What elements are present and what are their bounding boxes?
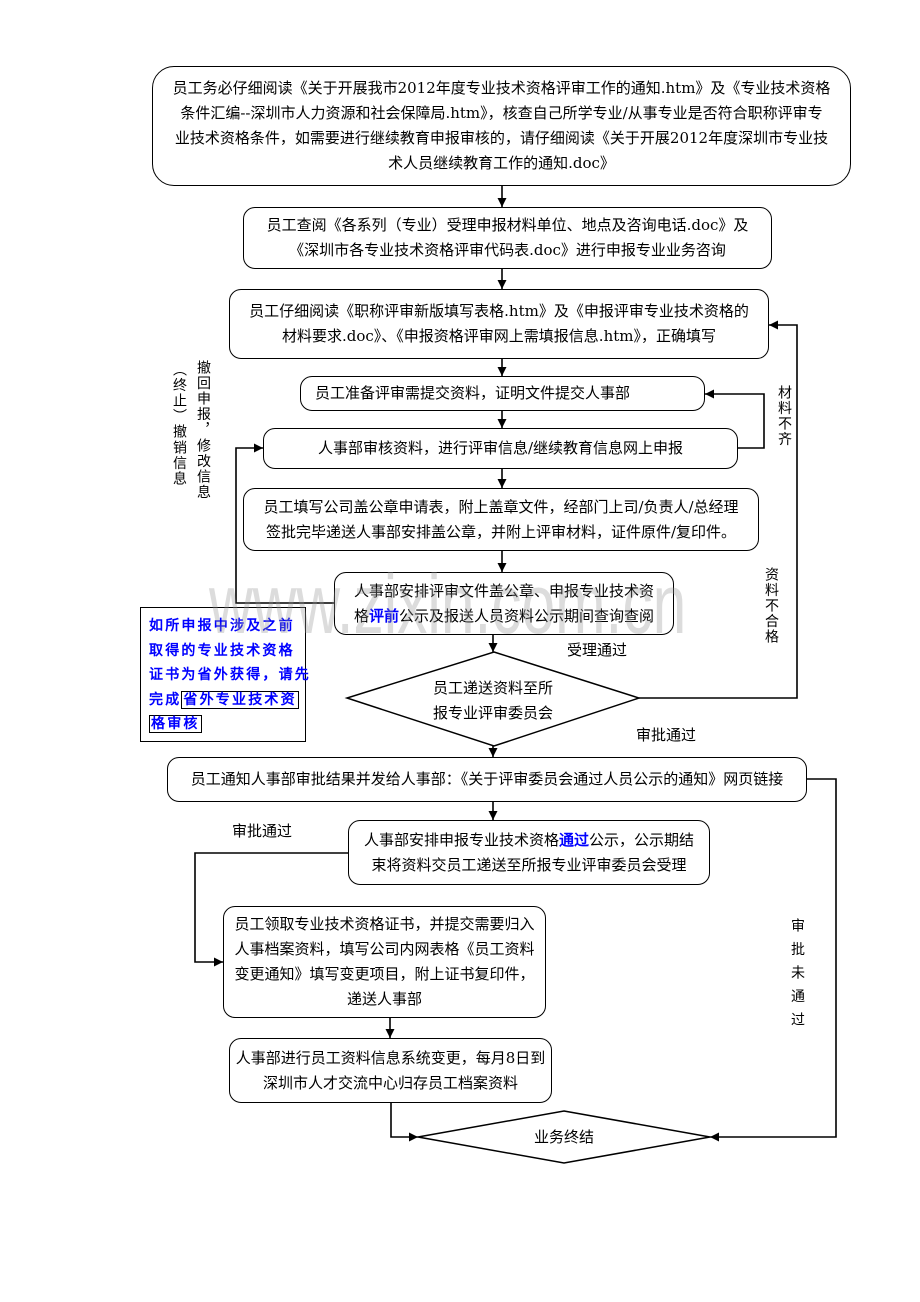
step7-line: 人事部安排评审文件盖公章、申报专业技术资 — [353, 581, 654, 600]
label-unqualified: 资料不合格 — [763, 567, 779, 645]
step10-collect-certificate: 员工领取专业技术资格证书，并提交需要归入 人事档案资料，填写公司内网表格《员工资… — [223, 906, 546, 1018]
step6-seal-application: 员工填写公司盖公章申请表，附上盖章文件，经部门上司/负责人/总经理 签批完毕递送… — [243, 488, 759, 551]
step7-pre-review-publicity: 人事部安排评审文件盖公章、申报专业技术资 格评前公示及报送人员资料公示期间查询查… — [334, 572, 674, 635]
decision1-line: 员工递送资料至所 — [432, 679, 553, 697]
out-of-province-review-link[interactable]: 省外专业技术资 — [181, 690, 299, 709]
flowchart-connectors — [194, 186, 837, 1164]
step11-archive-records: 人事部进行员工资料信息系统变更，每月8日到 深圳市人才交流中心归存员工档案资料 — [229, 1038, 552, 1103]
step6-line: 员工填写公司盖公章申请表，附上盖章文件，经部门上司/负责人/总经理 — [263, 497, 739, 516]
step6-line: 签批完毕递送人事部安排盖公章，并附上评审材料，证件原件/复印件。 — [265, 522, 737, 541]
step10-line: 员工领取专业技术资格证书，并提交需要归入 — [234, 915, 535, 933]
step10-line: 人事档案资料，填写公司内网表格《员工资料 — [234, 940, 535, 958]
note-line: 如所申报中涉及之前 — [149, 618, 295, 634]
step10-line: 变更通知》填写变更项目，附上证书复印件， — [234, 965, 535, 983]
label-accepted: 受理通过 — [567, 641, 628, 659]
note-line: 取得的专业技术资格 — [149, 642, 295, 659]
step2-line: 《深圳市各专业技术资格评审代码表.doc》进行申报专业业务咨询 — [289, 241, 726, 259]
note-line: 完成 省外专业技术资 — [149, 688, 305, 713]
step9-approval-publicity: 人事部安排申报专业技术资格通过公示，公示期结 束将资料交员工递送至所报专业评审委… — [348, 820, 710, 885]
step8-notify-hr: 员工通知人事部审批结果并发给人事部：《关于评审委员会通过人员公示的通知》网页链接 — [167, 757, 807, 802]
step9-highlight: 通过 — [558, 830, 589, 849]
label-withdraw: 撤回申报，修改信息 — [195, 360, 211, 501]
note-prefix: 完成 — [149, 691, 182, 708]
out-of-province-note: 如所申报中涉及之前 取得的专业技术资格 证书为省外获得，请先 完成 省外专业技术资… — [140, 607, 311, 742]
step1-read-notice: 员工务必仔细阅读《关于开展我市2012年度专业技术资格评审工作的通知.htm》及… — [152, 66, 851, 186]
step1-line: 条件汇编--深圳市人力资源和社会保障局.htm》，核查自己所学专业/从事专业是否… — [180, 104, 823, 122]
step9-line: 束将资料交员工递送至所报专业评审委员会受理 — [371, 855, 687, 874]
out-of-province-review-link[interactable]: 格审核 — [149, 715, 202, 733]
end-text: 业务终结 — [533, 1128, 594, 1146]
label-terminate: （终止）撤销信息 — [171, 362, 187, 487]
step8-line: 员工通知人事部审批结果并发给人事部：《关于评审委员会通过人员公示的通知》网页链接 — [190, 770, 784, 788]
decision1-text: 员工递送资料至所 报专业评审委员会 — [413, 676, 573, 726]
step2-line: 员工查阅《各系列（专业）受理申报材料单位、地点及咨询电话.doc》及 — [266, 216, 749, 234]
step9-line: 人事部安排申报专业技术资格通过公示，公示期结 — [364, 828, 694, 853]
step7-highlight: 评前 — [368, 606, 399, 625]
step3-line: 员工仔细阅读《职称评审新版填写表格.htm》及《申报评审专业技术资格的 — [249, 302, 749, 320]
step7-text: 格 — [353, 606, 369, 625]
step3-fill-forms: 员工仔细阅读《职称评审新版填写表格.htm》及《申报评审专业技术资格的 材料要求… — [229, 289, 769, 359]
step11-line: 人事部进行员工资料信息系统变更，每月8日到 — [235, 1048, 546, 1067]
step9-text: 公示，公示期结 — [589, 830, 695, 849]
arrow-step11-to-end — [390, 1103, 418, 1142]
step5-line: 人事部审核资料，进行评审信息/继续教育信息网上申报 — [317, 439, 684, 457]
step11-line: 深圳市人才交流中心归存员工档案资料 — [262, 1073, 518, 1092]
arrow-not-approved-to-end — [710, 778, 837, 1142]
step3-line: 材料要求.doc》、《申报资格评审网上需填报信息.htm》，正确填写 — [282, 327, 716, 345]
step5-hr-review: 人事部审核资料，进行评审信息/继续教育信息网上申报 — [263, 428, 738, 469]
note-line: 格审核 — [149, 712, 305, 737]
step2-consult: 员工查阅《各系列（专业）受理申报材料单位、地点及咨询电话.doc》及 《深圳市各… — [243, 207, 772, 269]
step7-line: 格评前公示及报送人员资料公示期间查询查阅 — [354, 604, 654, 629]
decision1-line: 报专业评审委员会 — [432, 704, 553, 722]
label-material-incomplete: 材料不齐 — [776, 385, 792, 448]
step1-line: 业技术资格条件，如需要进行继续教育申报审核的，请仔细阅读《关于开展2012年度深… — [174, 129, 829, 147]
label-approved-right: 审批通过 — [636, 726, 697, 744]
step7-text: 公示及报送人员资料公示期间查询查阅 — [399, 606, 655, 625]
note-line: 证书为省外获得，请先 — [149, 667, 311, 683]
step10-line: 递送人事部 — [346, 990, 422, 1008]
label-not-approved: 审批未通过 — [789, 918, 805, 1036]
step4-prepare-documents: 员工准备评审需提交资料，证明文件提交人事部 — [300, 376, 705, 411]
label-approved-left: 审批通过 — [232, 822, 293, 840]
step1-line: 员工务必仔细阅读《关于开展我市2012年度专业技术资格评审工作的通知.htm》及… — [172, 79, 831, 97]
step9-text: 人事部安排申报专业技术资格 — [363, 830, 559, 849]
step1-line: 术人员继续教育工作的通知.doc》 — [388, 154, 615, 172]
step4-line: 员工准备评审需提交资料，证明文件提交人事部 — [315, 384, 631, 402]
